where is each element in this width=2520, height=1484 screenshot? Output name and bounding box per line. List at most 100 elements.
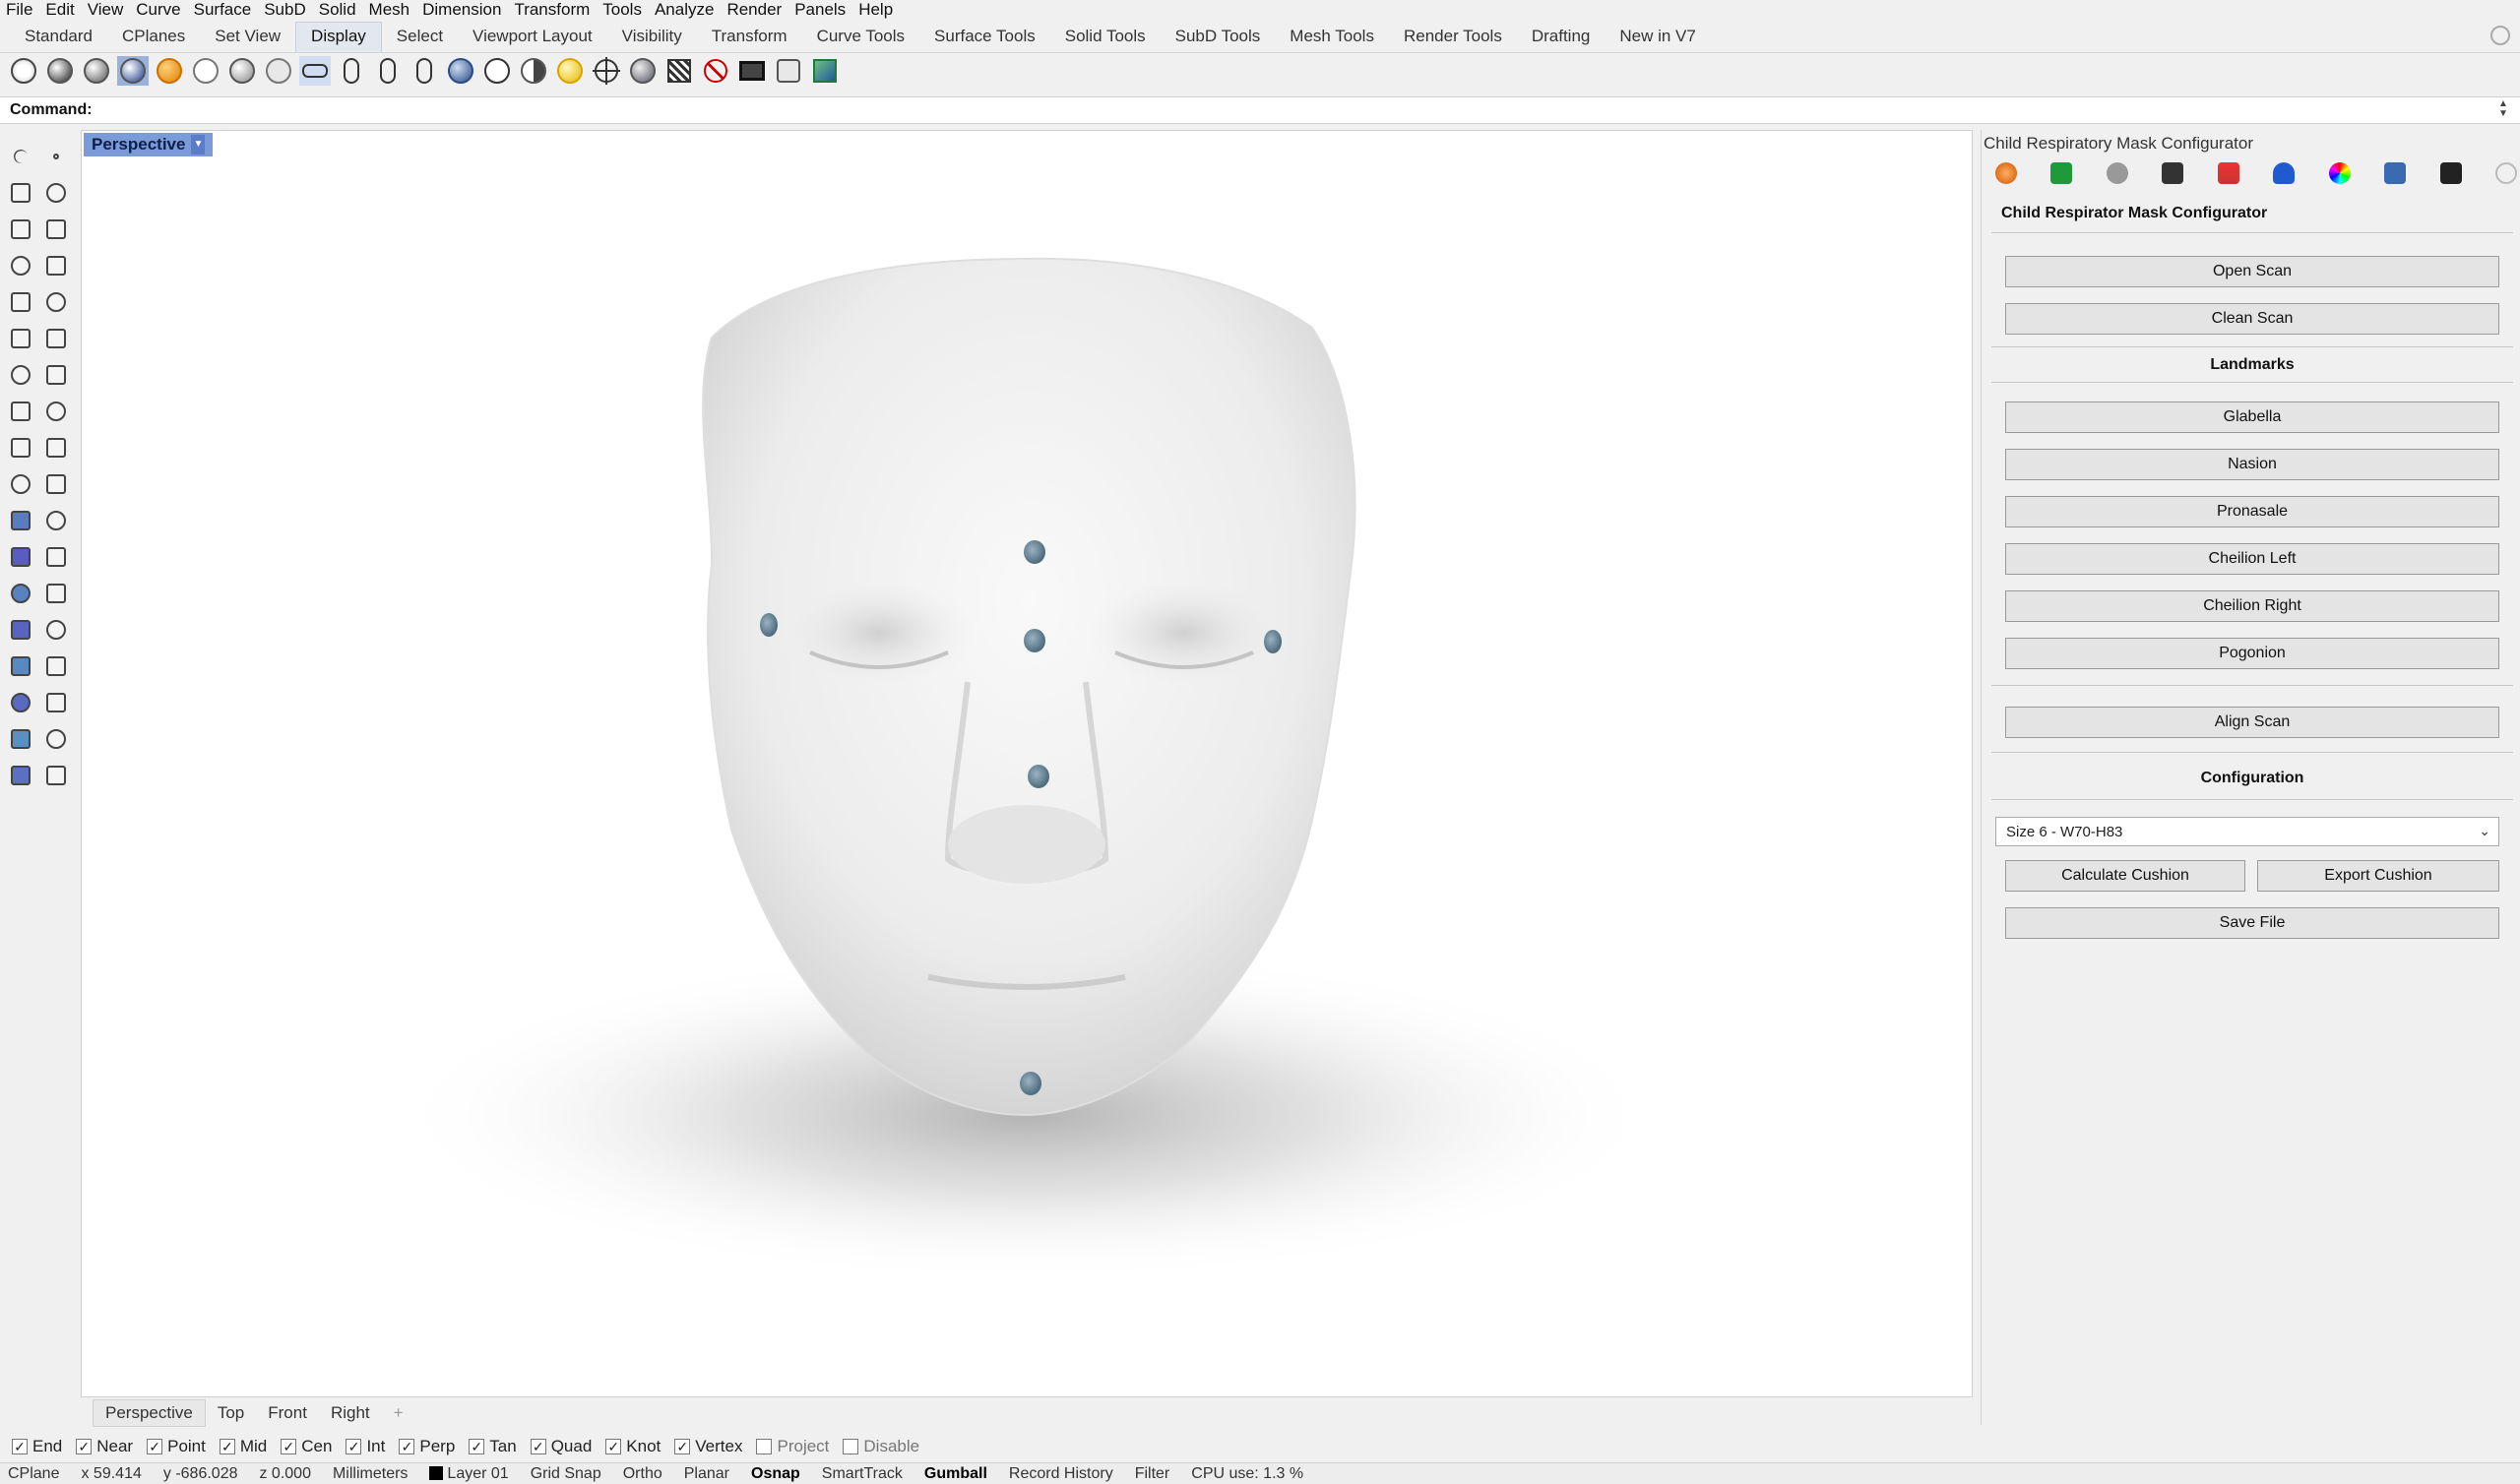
osnap-project[interactable]: Project (756, 1437, 829, 1456)
osnap-cen[interactable]: ✓ Cen (281, 1437, 332, 1456)
pogonion-button[interactable]: Pogonion (2005, 638, 2499, 669)
menu-view[interactable]: View (88, 0, 124, 20)
calculate-cushion-button[interactable]: Calculate Cushion (2005, 860, 2245, 892)
osnap-toggle[interactable]: Osnap (751, 1465, 800, 1483)
pronasale-marker[interactable] (1028, 765, 1049, 788)
menu-solid[interactable]: Solid (319, 0, 356, 20)
osnap-end[interactable]: ✓ End (12, 1437, 62, 1456)
cheilion-right-button[interactable]: Cheilion Right (2005, 590, 2499, 622)
checkbox[interactable]: ✓ (76, 1439, 93, 1454)
tab-curve-tools[interactable]: Curve Tools (802, 27, 919, 52)
add-viewport-tab-icon[interactable]: + (382, 1400, 415, 1426)
array-icon[interactable] (6, 688, 35, 717)
ellipse-icon[interactable] (41, 215, 71, 244)
scale-icon[interactable] (41, 579, 71, 608)
export-cushion-button[interactable]: Export Cushion (2257, 860, 2499, 892)
tab-surface-tools[interactable]: Surface Tools (919, 27, 1050, 52)
osnap-vertex[interactable]: ✓ Vertex (674, 1437, 742, 1456)
shaded-view-icon[interactable] (44, 56, 76, 86)
image-icon[interactable] (2384, 162, 2407, 184)
tab-visibility[interactable]: Visibility (607, 27, 697, 52)
point-icon[interactable] (41, 142, 71, 171)
pin-display-icon[interactable] (372, 56, 404, 86)
menu-curve[interactable]: Curve (136, 0, 180, 20)
grasshopper-icon[interactable] (2050, 162, 2073, 184)
planar-toggle[interactable]: Planar (684, 1465, 729, 1483)
menu-analyze[interactable]: Analyze (655, 0, 714, 20)
display-icon[interactable] (2162, 162, 2184, 184)
checkbox[interactable]: ✓ (147, 1439, 163, 1454)
tab-render-tools[interactable]: Render Tools (1389, 27, 1517, 52)
gear-icon[interactable] (2490, 26, 2510, 45)
smarttrack-toggle[interactable]: SmartTrack (822, 1465, 903, 1483)
transform-icon[interactable] (6, 433, 35, 463)
boolean-icon[interactable] (41, 360, 71, 390)
viewport-tab-front[interactable]: Front (256, 1400, 319, 1426)
circle-icon[interactable] (6, 215, 35, 244)
align-scan-button[interactable]: Align Scan (2005, 707, 2499, 738)
cylinder-icon[interactable] (6, 397, 35, 426)
dimension-icon[interactable] (41, 651, 71, 681)
isocurve-icon[interactable] (445, 56, 476, 86)
mesh-options-icon[interactable] (809, 56, 841, 86)
ortho-toggle[interactable]: Ortho (623, 1465, 662, 1483)
analyze-icon[interactable] (41, 688, 71, 717)
menu-panels[interactable]: Panels (794, 0, 846, 20)
globe-icon[interactable] (481, 56, 513, 86)
record-history-toggle[interactable]: Record History (1009, 1465, 1113, 1483)
menu-subd[interactable]: SubD (264, 0, 306, 20)
rendered-view-icon[interactable] (81, 56, 112, 86)
face-scan-model[interactable] (82, 131, 1973, 1397)
keyboard-icon[interactable] (2439, 162, 2462, 184)
pogonion-marker[interactable] (1020, 1072, 1041, 1095)
menu-edit[interactable]: Edit (45, 0, 74, 20)
pen-view-icon[interactable] (263, 56, 294, 86)
select-arrow-icon[interactable] (6, 142, 35, 171)
tab-set-view[interactable]: Set View (200, 27, 295, 52)
tab-standard[interactable]: Standard (10, 27, 107, 52)
box-objects-icon[interactable] (773, 56, 804, 86)
viewport-tab-right[interactable]: Right (319, 1400, 382, 1426)
blend-icon[interactable] (6, 542, 35, 572)
history-icon[interactable] (2106, 162, 2128, 184)
cheilion-left-button[interactable]: Cheilion Left (2005, 543, 2499, 575)
checkbox[interactable]: ✓ (219, 1439, 235, 1454)
move-icon[interactable] (6, 615, 35, 645)
osnap-perp[interactable]: ✓ Perp (399, 1437, 455, 1456)
checkbox[interactable]: ✓ (12, 1439, 28, 1454)
trim-icon[interactable] (6, 469, 35, 499)
crosshair-icon[interactable] (591, 56, 622, 86)
tab-solid-tools[interactable]: Solid Tools (1050, 27, 1161, 52)
perspective-viewport[interactable]: Perspective ▼ (81, 130, 1973, 1397)
checkbox[interactable]: ✓ (346, 1439, 362, 1454)
nasion-marker[interactable] (1024, 629, 1045, 652)
curve-icon[interactable] (41, 178, 71, 208)
checkbox[interactable]: ✓ (281, 1439, 297, 1454)
notifications-icon[interactable] (2273, 162, 2296, 184)
join-icon[interactable] (41, 506, 71, 535)
save-file-button[interactable]: Save File (2005, 907, 2499, 939)
osnap-near[interactable]: ✓ Near (76, 1437, 133, 1456)
half-sphere-icon[interactable] (518, 56, 549, 86)
mesh-icon[interactable] (6, 651, 35, 681)
tab-mesh-tools[interactable]: Mesh Tools (1275, 27, 1389, 52)
offset-icon[interactable] (41, 542, 71, 572)
osnap-mid[interactable]: ✓ Mid (219, 1437, 267, 1456)
tab-display[interactable]: Display (295, 22, 382, 52)
fillet-icon[interactable] (41, 287, 71, 317)
grid-snap-toggle[interactable]: Grid Snap (531, 1465, 601, 1483)
status-layer[interactable]: Layer 01 (429, 1465, 509, 1483)
size-dropdown[interactable]: Size 6 - W70-H83 ⌄ (1995, 817, 2499, 846)
mirror-icon[interactable] (41, 615, 71, 645)
osnap-knot[interactable]: ✓ Knot (605, 1437, 661, 1456)
filter-toggle[interactable]: Filter (1135, 1465, 1170, 1483)
circle-center-icon[interactable] (6, 287, 35, 317)
menu-file[interactable]: File (6, 0, 32, 20)
cheilion-left-marker[interactable] (760, 613, 778, 637)
glabella-marker[interactable] (1024, 540, 1045, 564)
tab-new-in-v7[interactable]: New in V7 (1605, 27, 1710, 52)
osnap-disable[interactable]: Disable (843, 1437, 919, 1456)
panel-gear-icon[interactable] (2494, 162, 2517, 184)
light-icon[interactable] (554, 56, 586, 86)
tab-cplanes[interactable]: CPlanes (107, 27, 200, 52)
